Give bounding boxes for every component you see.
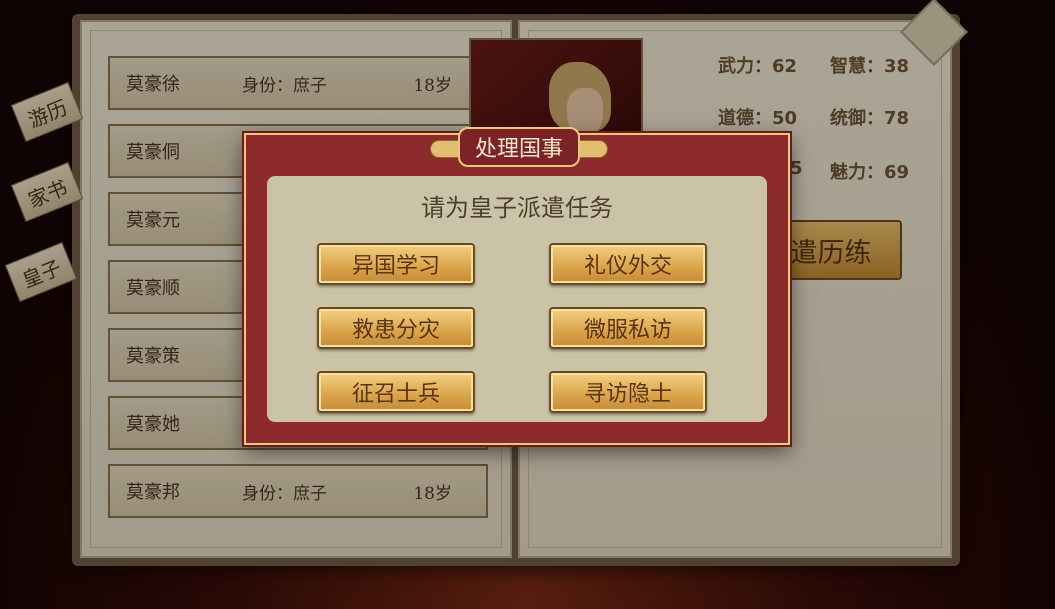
- state-affairs-dialog: 处理国事 请为皇子派遣任务 异国学习 礼仪外交 救患分灾 微服私访 征召士兵 寻…: [244, 127, 790, 445]
- task-seek-hermit-button[interactable]: 寻访隐士: [549, 371, 707, 413]
- dialog-title-plate: 处理国事: [430, 127, 608, 171]
- task-incognito-visit-button[interactable]: 微服私访: [549, 307, 707, 349]
- task-study-abroad-button[interactable]: 异国学习: [317, 243, 475, 285]
- dialog-title: 处理国事: [458, 127, 580, 167]
- dialog-body: 请为皇子派遣任务 异国学习 礼仪外交 救患分灾 微服私访 征召士兵 寻访隐士: [267, 176, 767, 422]
- task-disaster-relief-button[interactable]: 救患分灾: [317, 307, 475, 349]
- dialog-prompt: 请为皇子派遣任务: [421, 194, 613, 222]
- task-diplomacy-button[interactable]: 礼仪外交: [549, 243, 707, 285]
- task-conscript-soldiers-button[interactable]: 征召士兵: [317, 371, 475, 413]
